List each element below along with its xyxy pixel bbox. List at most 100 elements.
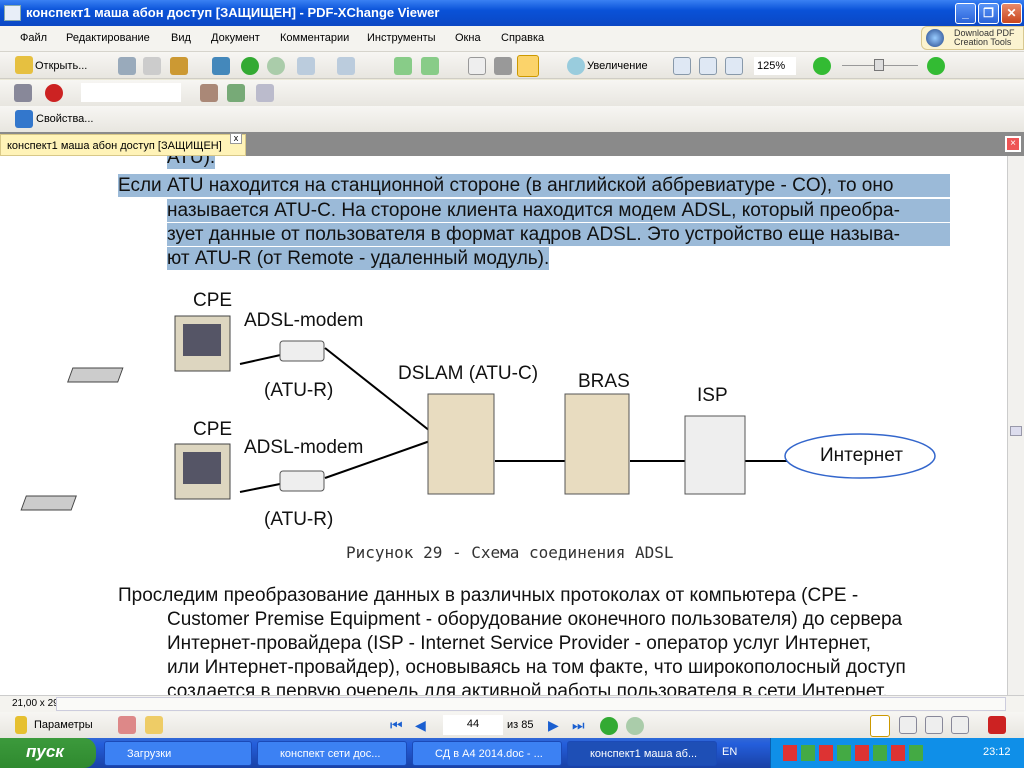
cpe-label: CPE: [193, 419, 233, 440]
forward-view-icon[interactable]: [626, 717, 644, 735]
back-view-icon[interactable]: [600, 717, 618, 735]
close-button[interactable]: ✕: [1001, 3, 1022, 24]
page-count-label: из 85: [507, 719, 534, 731]
zoom-icon: [567, 57, 585, 75]
facing-icon[interactable]: [925, 716, 943, 734]
bookmarks-panel-icon[interactable]: [118, 716, 136, 734]
last-page-icon[interactable]: ⏭: [572, 717, 585, 734]
hand-tool-icon[interactable]: [468, 57, 486, 75]
facing-continuous-icon[interactable]: [951, 716, 969, 734]
isp-server-icon: [684, 415, 746, 495]
text-line: или Интернет-провайдер), основываясь на …: [167, 657, 906, 678]
undo-icon[interactable]: [297, 57, 315, 75]
taskbar-item[interactable]: СД в А4 2014.doc - ...: [412, 741, 562, 766]
properties-icon: [15, 110, 33, 128]
rotate-left-icon[interactable]: [394, 57, 412, 75]
restore-button[interactable]: ❐: [978, 3, 999, 24]
modem-icon: [279, 340, 325, 362]
open-button[interactable]: Открыть...: [35, 60, 87, 72]
single-page-icon[interactable]: [870, 715, 890, 737]
tab-close-button[interactable]: x: [230, 133, 242, 144]
next-page-icon[interactable]: ▶: [548, 717, 559, 734]
find-previous-icon[interactable]: [200, 84, 218, 102]
navigation-toolbar: Параметры ⏮ ◀ 44 из 85 ▶ ⏭: [0, 712, 1024, 738]
page-number-input[interactable]: 44: [443, 715, 503, 735]
document-page[interactable]: ATU). Если ATU находится на станционной …: [0, 156, 1007, 695]
taskbar-item[interactable]: конспект сети дос...: [257, 741, 407, 766]
isp-label: ISP: [697, 385, 728, 406]
fit-width-icon[interactable]: [725, 57, 743, 75]
globe-icon: [926, 29, 944, 47]
tab-label: конспект1 маша абон доступ [ЗАЩИЩЕН]: [7, 140, 222, 152]
folder-open-icon: [15, 56, 33, 74]
document-tab[interactable]: конспект1 маша абон доступ [ЗАЩИЩЕН]: [0, 134, 246, 156]
first-page-icon[interactable]: ⏮: [390, 717, 403, 734]
text-select-icon[interactable]: [517, 55, 539, 77]
continuous-icon[interactable]: [899, 716, 917, 734]
flag-icon: [15, 716, 27, 734]
import-icon[interactable]: [212, 57, 230, 75]
zoom-out-icon[interactable]: [813, 57, 831, 75]
dslam-server-icon: [427, 393, 495, 495]
start-button[interactable]: пуск: [0, 738, 96, 768]
filter-icon[interactable]: [256, 84, 274, 102]
taskbar-item[interactable]: Загрузки: [104, 741, 252, 766]
figure-caption: Рисунок 29 - Схема соединения ADSL: [346, 543, 674, 562]
search-toolbar: [0, 80, 1024, 107]
ask-icon[interactable]: [45, 84, 63, 102]
modem-label: ADSL-modem: [244, 437, 364, 458]
options-button[interactable]: Параметры: [34, 719, 93, 731]
computer-icon: [67, 315, 231, 383]
previous-page-icon[interactable]: ◀: [415, 717, 426, 734]
menu-file[interactable]: Файл: [20, 32, 47, 44]
search-input[interactable]: [81, 83, 181, 102]
bras-label: BRAS: [578, 371, 630, 392]
scrollbar-thumb[interactable]: [1010, 426, 1022, 436]
print-icon[interactable]: [143, 57, 161, 75]
rotate-right-icon[interactable]: [421, 57, 439, 75]
forward-icon[interactable]: [267, 57, 285, 75]
menu-edit[interactable]: Редактирование: [66, 32, 150, 44]
find-next-icon[interactable]: [227, 84, 245, 102]
text-line: Интернет-провайдера (ISP - Internet Serv…: [167, 633, 871, 654]
snapshot-icon[interactable]: [494, 57, 512, 75]
download-promo-button[interactable]: Download PDF Creation Tools: [921, 26, 1024, 50]
binoculars-icon[interactable]: [14, 84, 32, 102]
fit-page-icon[interactable]: [699, 57, 717, 75]
clock: 23:12: [983, 746, 1011, 758]
menu-tools[interactable]: Инструменты: [367, 32, 436, 44]
menu-document[interactable]: Документ: [211, 32, 260, 44]
taskbar-item-active[interactable]: конспект1 маша аб...: [567, 741, 717, 766]
app-icon: [4, 5, 21, 21]
comments-panel-icon[interactable]: [145, 716, 163, 734]
computer-icon: [20, 443, 231, 511]
promo-label: Download PDF Creation Tools: [954, 28, 1015, 47]
internet-label: Интернет: [820, 445, 903, 466]
atu-r-label: (ATU-R): [264, 509, 334, 530]
menu-help[interactable]: Справка: [501, 32, 544, 44]
text-line: Проследим преобразование данных в различ…: [118, 585, 859, 606]
language-indicator[interactable]: EN: [722, 746, 737, 758]
text-line: Customer Premise Equipment - оборудовани…: [167, 609, 903, 630]
properties-button[interactable]: Свойства...: [36, 113, 93, 125]
actual-size-icon[interactable]: [673, 57, 691, 75]
vertical-scrollbar[interactable]: [1007, 156, 1024, 695]
main-toolbar: Открыть... Увеличение 125%: [0, 52, 1024, 79]
email-icon[interactable]: [170, 57, 188, 75]
pdf-icon[interactable]: [988, 716, 1006, 734]
back-icon[interactable]: [241, 57, 259, 75]
horizontal-scrollbar[interactable]: [56, 697, 1006, 711]
menu-windows[interactable]: Окна: [455, 32, 481, 44]
zoom-input[interactable]: 125%: [754, 57, 796, 75]
menu-view[interactable]: Вид: [171, 32, 191, 44]
tray-icons[interactable]: [783, 745, 923, 761]
minimize-button[interactable]: _: [955, 3, 976, 24]
menu-comments[interactable]: Комментарии: [280, 32, 349, 44]
redo-icon[interactable]: [337, 57, 355, 75]
save-icon[interactable]: [118, 57, 136, 75]
zoom-tool-button[interactable]: Увеличение: [587, 60, 648, 72]
zoom-slider-thumb[interactable]: [874, 59, 884, 71]
close-document-icon[interactable]: ×: [1005, 136, 1021, 152]
title-bar: конспект1 маша абон доступ [ЗАЩИЩЕН] - P…: [0, 0, 1024, 26]
zoom-in-icon[interactable]: [927, 57, 945, 75]
